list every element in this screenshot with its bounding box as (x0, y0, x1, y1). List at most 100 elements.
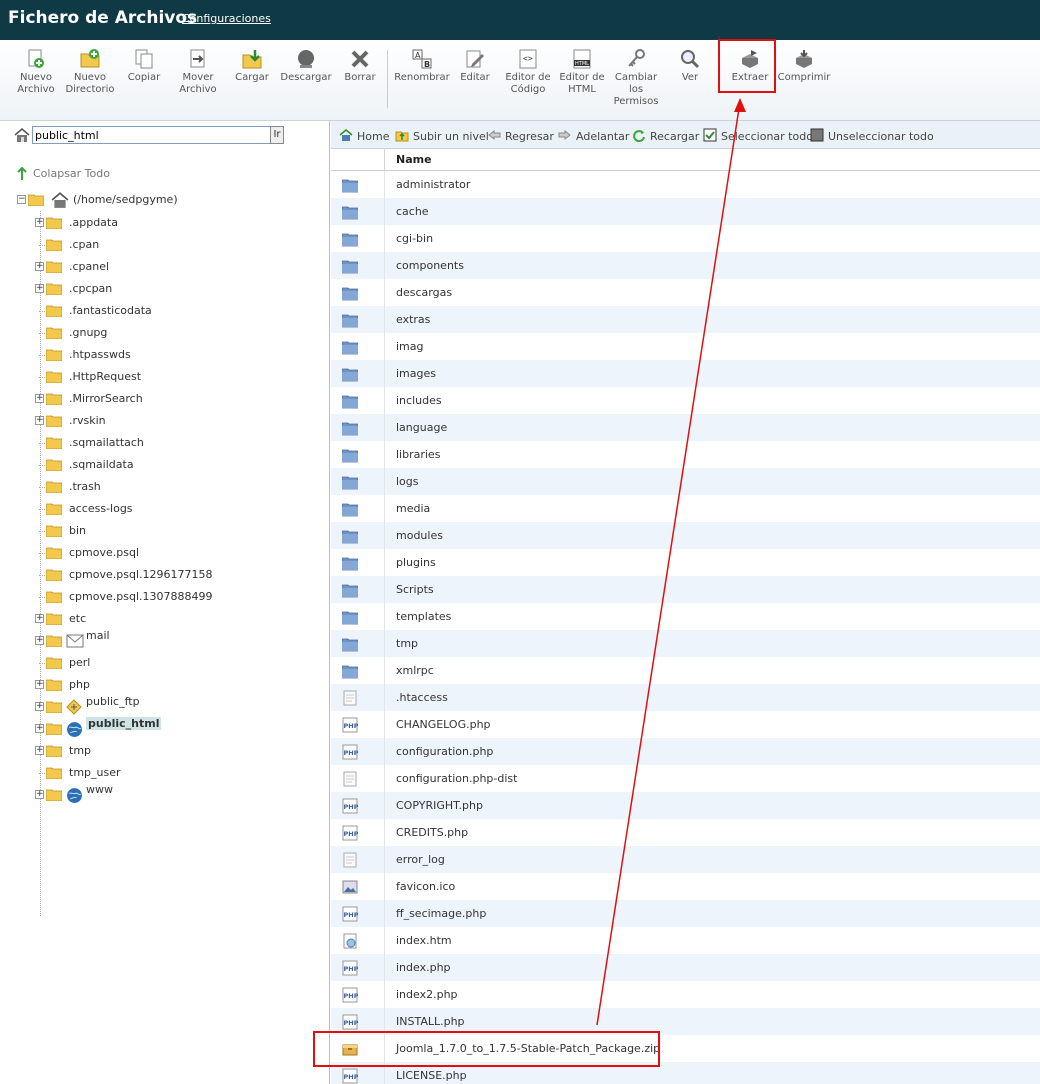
move-file-button[interactable]: Mover Archivo (170, 48, 226, 96)
icon-cell[interactable] (331, 522, 385, 549)
file-name[interactable]: cache (396, 205, 429, 218)
table-row[interactable]: images (331, 360, 1040, 387)
expand-toggle[interactable]: + (35, 636, 44, 645)
file-name[interactable]: descargas (396, 286, 452, 299)
table-row[interactable]: descargas (331, 279, 1040, 306)
table-row[interactable]: configuration.php-dist (331, 765, 1040, 792)
unselect-all-button[interactable]: Unseleccionar todo (810, 128, 934, 143)
file-name[interactable]: .htaccess (396, 691, 448, 704)
table-row[interactable]: Scripts (331, 576, 1040, 603)
settings-link[interactable]: Configuraciones (182, 12, 271, 25)
edit-button[interactable]: Editar (447, 48, 503, 84)
table-row[interactable]: PHP configuration.php (331, 738, 1040, 765)
table-row[interactable]: PHP CREDITS.php (331, 819, 1040, 846)
table-row[interactable]: includes (331, 387, 1040, 414)
file-name[interactable]: cgi-bin (396, 232, 433, 245)
file-name[interactable]: components (396, 259, 464, 272)
file-name[interactable]: modules (396, 529, 443, 542)
file-name[interactable]: CREDITS.php (396, 826, 468, 839)
icon-cell[interactable] (331, 333, 385, 360)
table-row[interactable]: templates (331, 603, 1040, 630)
file-name[interactable]: language (396, 421, 447, 434)
expand-toggle[interactable]: + (35, 262, 44, 271)
new-folder-button[interactable]: Nuevo Directorio (62, 48, 118, 96)
table-row[interactable]: modules (331, 522, 1040, 549)
reload-button[interactable]: Recargar (633, 130, 699, 143)
name-column-header[interactable]: Name (396, 153, 432, 166)
up-one-level-button[interactable]: Subir un nivel (395, 130, 489, 143)
icon-cell[interactable] (331, 387, 385, 414)
file-name[interactable]: ff_secimage.php (396, 907, 486, 920)
table-row[interactable]: PHP COPYRIGHT.php (331, 792, 1040, 819)
table-row[interactable]: imag (331, 333, 1040, 360)
compress-button[interactable]: Comprimir (776, 48, 832, 84)
icon-cell[interactable] (331, 360, 385, 387)
icon-cell[interactable] (331, 873, 385, 900)
file-name[interactable]: configuration.php (396, 745, 493, 758)
icon-cell[interactable] (331, 684, 385, 711)
file-name[interactable]: logs (396, 475, 419, 488)
copy-button[interactable]: Copiar (116, 48, 172, 84)
file-name[interactable]: configuration.php-dist (396, 772, 517, 785)
expand-toggle[interactable]: + (35, 284, 44, 293)
file-name[interactable]: xmlrpc (396, 664, 434, 677)
icon-cell[interactable] (331, 279, 385, 306)
icon-cell[interactable] (331, 630, 385, 657)
icon-cell[interactable]: PHP (331, 711, 385, 738)
table-row[interactable]: components (331, 252, 1040, 279)
icon-cell[interactable] (331, 252, 385, 279)
collapse-toggle[interactable]: − (17, 195, 26, 204)
table-row[interactable]: extras (331, 306, 1040, 333)
file-name[interactable]: index2.php (396, 988, 458, 1001)
table-row[interactable]: administrator (331, 171, 1040, 198)
expand-toggle[interactable]: + (35, 614, 44, 623)
expand-toggle[interactable]: + (35, 724, 44, 733)
icon-column-header[interactable] (331, 149, 385, 171)
icon-cell[interactable] (331, 657, 385, 684)
table-row[interactable]: .htaccess (331, 684, 1040, 711)
file-name[interactable]: media (396, 502, 430, 515)
file-name[interactable]: index.htm (396, 934, 452, 947)
file-name[interactable]: plugins (396, 556, 436, 569)
table-row[interactable]: xmlrpc (331, 657, 1040, 684)
table-row[interactable]: language (331, 414, 1040, 441)
expand-toggle[interactable]: + (35, 790, 44, 799)
expand-toggle[interactable]: + (35, 680, 44, 689)
icon-cell[interactable] (331, 414, 385, 441)
file-name[interactable]: INSTALL.php (396, 1015, 465, 1028)
icon-cell[interactable] (331, 765, 385, 792)
new-file-button[interactable]: Nuevo Archivo (8, 48, 64, 96)
file-name[interactable]: index.php (396, 961, 451, 974)
icon-cell[interactable] (331, 171, 385, 198)
table-row[interactable]: tmp (331, 630, 1040, 657)
go-button[interactable]: Ir (270, 126, 284, 144)
expand-toggle[interactable]: + (35, 416, 44, 425)
table-row[interactable]: index.htm (331, 927, 1040, 954)
file-name[interactable]: error_log (396, 853, 445, 866)
rename-button[interactable]: AB Renombrar (394, 48, 450, 84)
icon-cell[interactable]: PHP (331, 954, 385, 981)
file-name[interactable]: CHANGELOG.php (396, 718, 491, 731)
icon-cell[interactable]: PHP (331, 792, 385, 819)
table-row[interactable]: logs (331, 468, 1040, 495)
delete-button[interactable]: Borrar (332, 48, 388, 84)
file-name[interactable]: COPYRIGHT.php (396, 799, 483, 812)
table-row[interactable]: PHP index.php (331, 954, 1040, 981)
download-button[interactable]: Descargar (278, 48, 334, 84)
table-row[interactable]: favicon.ico (331, 873, 1040, 900)
table-row[interactable]: plugins (331, 549, 1040, 576)
upload-button[interactable]: Cargar (224, 48, 280, 84)
select-all-button[interactable]: Seleccionar todo (703, 128, 813, 143)
table-row[interactable]: error_log (331, 846, 1040, 873)
icon-cell[interactable] (331, 495, 385, 522)
icon-cell[interactable] (331, 225, 385, 252)
file-name[interactable]: images (396, 367, 436, 380)
table-row[interactable]: cache (331, 198, 1040, 225)
icon-cell[interactable] (331, 927, 385, 954)
table-row[interactable]: libraries (331, 441, 1040, 468)
expand-toggle[interactable]: + (35, 702, 44, 711)
icon-cell[interactable]: PHP (331, 819, 385, 846)
html-editor-button[interactable]: HTML Editor de HTML (554, 48, 610, 96)
table-row[interactable]: PHP CHANGELOG.php (331, 711, 1040, 738)
icon-cell[interactable] (331, 441, 385, 468)
